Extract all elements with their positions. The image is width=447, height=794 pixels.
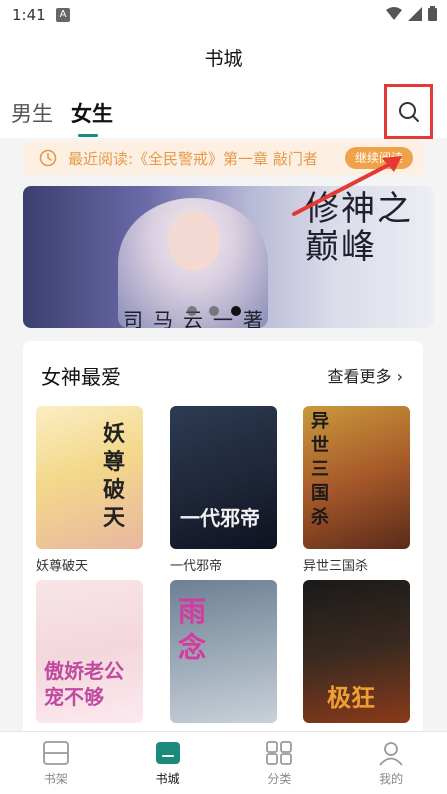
nav-label: 分类	[267, 772, 292, 786]
section-title: 女神最爱	[41, 365, 121, 389]
cover-title: 妖尊破天	[103, 421, 126, 531]
app-header: 书城	[0, 30, 447, 84]
book-card[interactable]: 一代邪帝 一代邪帝	[170, 406, 277, 574]
page-title: 书城	[204, 48, 243, 70]
book-cover: 傲娇老公宠不够	[36, 580, 143, 723]
book-cover: 极狂	[303, 580, 410, 723]
cover-title: 傲娇老公宠不够	[44, 659, 124, 709]
banner-face	[168, 211, 220, 271]
view-more-label: 查看更多	[327, 367, 392, 386]
wifi-icon	[386, 6, 402, 20]
status-bar: 1:41 A	[0, 0, 447, 30]
annotation-arrow-icon	[292, 156, 402, 216]
book-title: 一代邪帝	[170, 559, 223, 574]
system-icons	[386, 6, 437, 21]
book-card[interactable]: 异世三国杀 异世三国杀	[303, 406, 410, 574]
cover-title: 一代邪帝	[180, 506, 260, 530]
book-cover: 妖尊破天	[36, 406, 143, 549]
category-icon	[266, 741, 293, 765]
carousel-dot-active[interactable]	[231, 306, 241, 316]
carousel-dot[interactable]	[187, 306, 197, 316]
battery-icon	[428, 6, 437, 21]
goddess-favorites-section: 女神最爱 查看更多 › 妖尊破天 妖尊破天 一代邪帝 一代邪帝 异世三国杀 异世…	[23, 341, 423, 741]
carousel-dot[interactable]	[209, 306, 219, 316]
recent-reading-text: 最近阅读:《全民警戒》第一章 敲门者	[68, 150, 318, 168]
cover-title: 极狂	[327, 683, 375, 712]
nav-label: 书城	[155, 772, 180, 786]
tab-indicator	[78, 134, 98, 137]
cover-title: 异世三国杀	[311, 411, 329, 528]
book-cover: 一代邪帝	[170, 406, 277, 549]
gender-tabs: 男生 女生	[0, 84, 447, 139]
status-time: 1:41	[12, 6, 46, 24]
tab-female[interactable]: 女生	[71, 98, 113, 128]
bottom-nav: 书架 书城 分类 我的	[0, 731, 447, 794]
notification-badge: A	[56, 8, 70, 22]
book-card[interactable]: 雨念	[170, 580, 277, 723]
book-card[interactable]: 妖尊破天 妖尊破天	[36, 406, 143, 574]
book-card[interactable]: 傲娇老公宠不够	[36, 580, 143, 723]
book-cover: 异世三国杀	[303, 406, 410, 549]
search-icon	[398, 101, 419, 122]
cover-title: 雨念	[178, 595, 207, 664]
profile-icon	[379, 742, 403, 766]
tab-male[interactable]: 男生	[11, 98, 53, 128]
search-button[interactable]	[384, 84, 433, 139]
nav-label: 书架	[43, 772, 68, 786]
signal-icon	[408, 6, 422, 21]
nav-label: 我的	[379, 772, 404, 786]
book-cover: 雨念	[170, 580, 277, 723]
book-title: 异世三国杀	[303, 559, 369, 574]
clock-icon	[39, 149, 57, 167]
view-more-button[interactable]: 查看更多 ›	[327, 363, 403, 387]
nav-bookstore[interactable]: 书城	[112, 732, 224, 794]
book-card[interactable]: 极狂	[303, 580, 410, 723]
chevron-right-icon: ›	[396, 367, 403, 386]
nav-bookshelf[interactable]: 书架	[0, 732, 112, 794]
nav-category[interactable]: 分类	[224, 732, 336, 794]
bookshelf-icon	[42, 741, 69, 765]
nav-profile[interactable]: 我的	[335, 732, 447, 794]
bookstore-icon	[155, 742, 180, 764]
carousel-dots	[187, 306, 241, 316]
book-title: 妖尊破天	[36, 559, 89, 574]
